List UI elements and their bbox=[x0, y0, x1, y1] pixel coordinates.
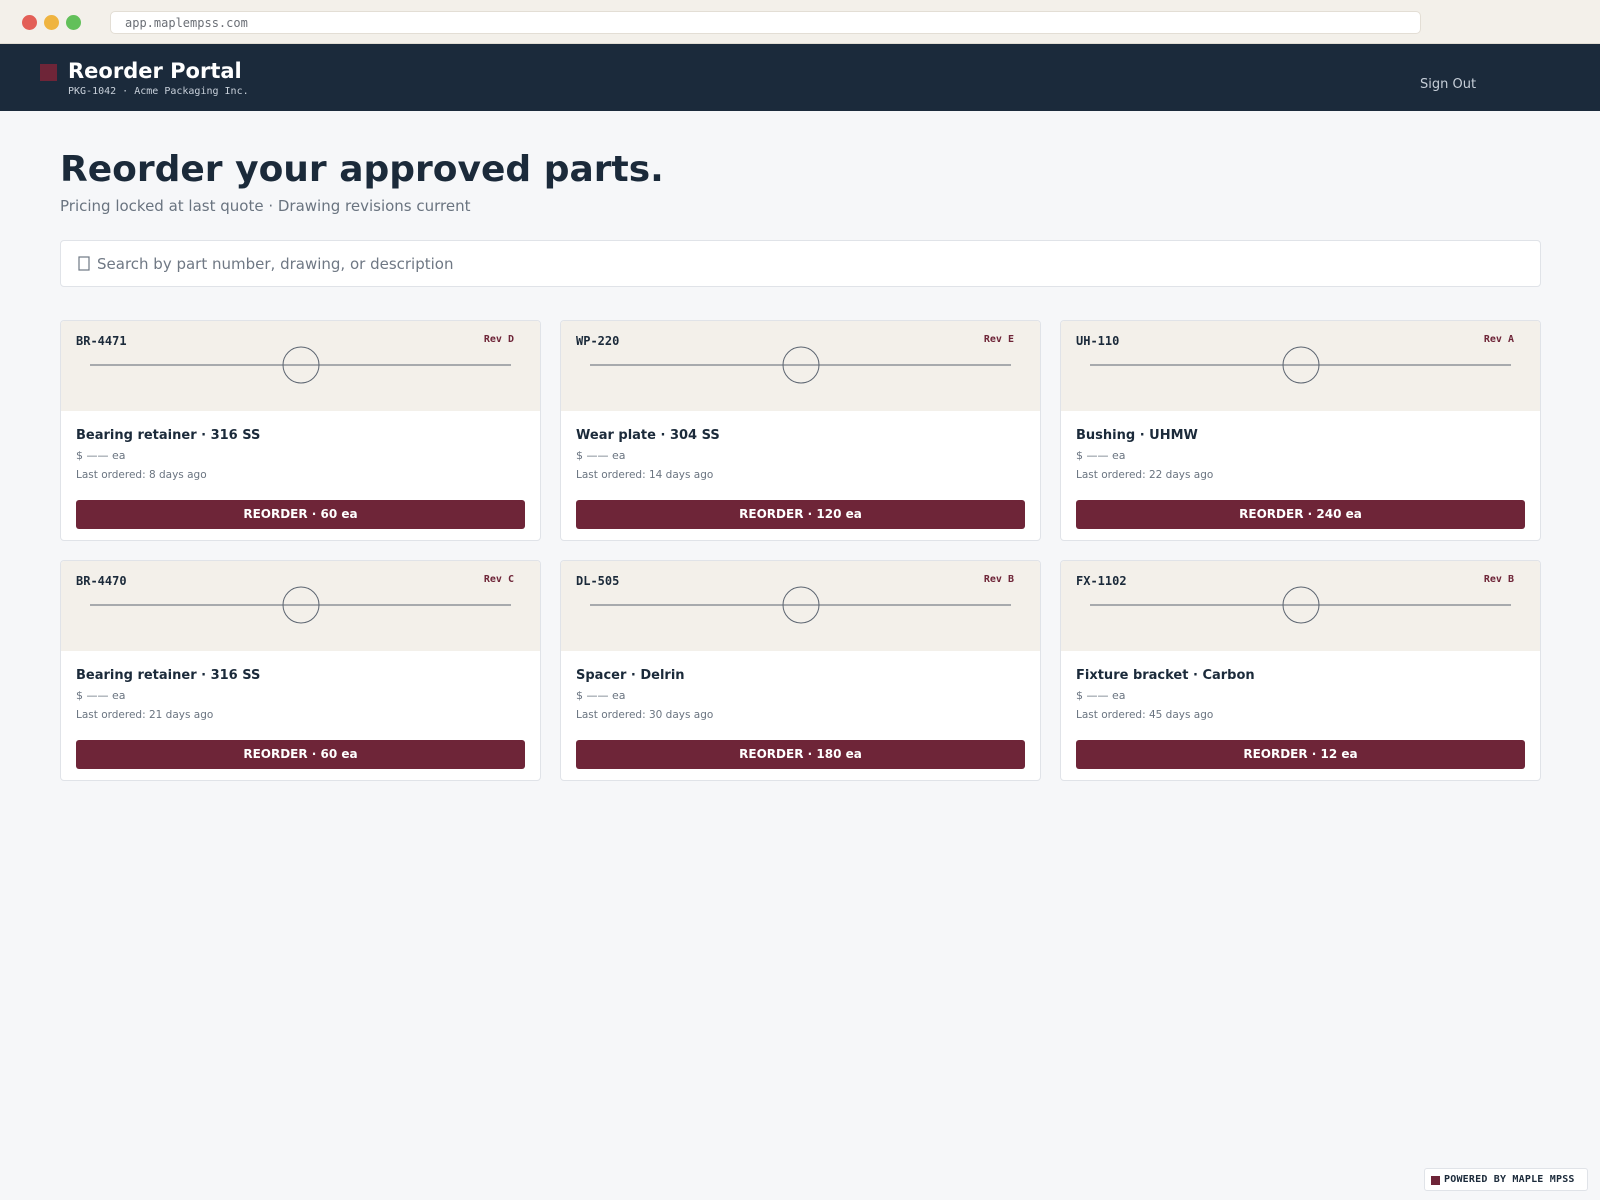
part-price: $ —— ea bbox=[576, 449, 626, 462]
account-subtitle: PKG-1042 · Acme Packaging Inc. bbox=[68, 86, 249, 97]
part-drawing: FX-1102 Rev B bbox=[1061, 561, 1540, 651]
browser-chrome: app.maplempss.com bbox=[0, 0, 1600, 44]
last-ordered: Last ordered: 45 days ago bbox=[1076, 709, 1214, 721]
part-card: WP-220 Rev E Wear plate · 304 SS $ —— ea… bbox=[560, 320, 1041, 541]
reorder-button[interactable]: REORDER · 60 ea bbox=[76, 500, 525, 529]
page-subtitle: Pricing locked at last quote · Drawing r… bbox=[60, 197, 471, 215]
part-name: Fixture bracket · Carbon bbox=[1076, 668, 1255, 683]
page-title: Reorder your approved parts. bbox=[60, 149, 664, 190]
drawing-preview-icon bbox=[1090, 346, 1511, 384]
drawing-preview-icon bbox=[90, 346, 511, 384]
part-drawing: BR-4471 Rev D bbox=[61, 321, 540, 411]
reorder-button[interactable]: REORDER · 120 ea bbox=[576, 500, 1025, 529]
revision-badge: Rev C bbox=[483, 574, 514, 585]
search-input[interactable] bbox=[97, 241, 1517, 286]
part-card: UH-110 Rev A Bushing · UHMW $ —— ea Last… bbox=[1060, 320, 1541, 541]
part-card: BR-4471 Rev D Bearing retainer · 316 SS … bbox=[60, 320, 541, 541]
part-price: $ —— ea bbox=[1076, 449, 1126, 462]
revision-badge: Rev E bbox=[983, 334, 1014, 345]
last-ordered: Last ordered: 8 days ago bbox=[76, 469, 207, 481]
part-card: DL-505 Rev B Spacer · Delrin $ —— ea Las… bbox=[560, 560, 1041, 781]
drawing-preview-icon bbox=[1090, 586, 1511, 624]
part-number: UH-110 bbox=[1076, 334, 1120, 348]
part-price: $ —— ea bbox=[576, 689, 626, 702]
logo-icon bbox=[40, 64, 57, 81]
app-title: Reorder Portal bbox=[68, 59, 242, 83]
part-drawing: WP-220 Rev E bbox=[561, 321, 1040, 411]
part-drawing: DL-505 Rev B bbox=[561, 561, 1040, 651]
part-drawing: UH-110 Rev A bbox=[1061, 321, 1540, 411]
part-price: $ —— ea bbox=[1076, 689, 1126, 702]
part-price: $ —— ea bbox=[76, 449, 126, 462]
drawing-preview-icon bbox=[590, 586, 1011, 624]
revision-badge: Rev D bbox=[483, 334, 514, 345]
app-header: Reorder Portal PKG-1042 · Acme Packaging… bbox=[0, 44, 1600, 111]
close-window-dot[interactable] bbox=[22, 15, 37, 30]
revision-badge: Rev A bbox=[1483, 334, 1514, 345]
part-number: BR-4471 bbox=[76, 334, 127, 348]
brand-mark-icon bbox=[1431, 1176, 1440, 1185]
search-box[interactable] bbox=[60, 240, 1541, 287]
last-ordered: Last ordered: 14 days ago bbox=[576, 469, 714, 481]
reorder-button[interactable]: REORDER · 240 ea bbox=[1076, 500, 1525, 529]
reorder-button[interactable]: REORDER · 180 ea bbox=[576, 740, 1025, 769]
part-name: Spacer · Delrin bbox=[576, 668, 685, 683]
drawing-preview-icon bbox=[90, 586, 511, 624]
part-name: Bearing retainer · 316 SS bbox=[76, 428, 261, 443]
address-bar[interactable]: app.maplempss.com bbox=[110, 11, 1421, 34]
drawing-preview-icon bbox=[590, 346, 1011, 384]
reorder-button[interactable]: REORDER · 60 ea bbox=[76, 740, 525, 769]
part-name: Bearing retainer · 316 SS bbox=[76, 668, 261, 683]
powered-by-text: POWERED BY MAPLE MPSS bbox=[1444, 1174, 1575, 1185]
search-icon bbox=[78, 256, 90, 271]
minimize-window-dot[interactable] bbox=[44, 15, 59, 30]
part-number: DL-505 bbox=[576, 574, 620, 588]
part-price: $ —— ea bbox=[76, 689, 126, 702]
sign-out-link[interactable]: Sign Out bbox=[1420, 77, 1476, 93]
part-card: BR-4470 Rev C Bearing retainer · 316 SS … bbox=[60, 560, 541, 781]
part-card: FX-1102 Rev B Fixture bracket · Carbon $… bbox=[1060, 560, 1541, 781]
maximize-window-dot[interactable] bbox=[66, 15, 81, 30]
part-name: Wear plate · 304 SS bbox=[576, 428, 720, 443]
revision-badge: Rev B bbox=[983, 574, 1014, 585]
reorder-button[interactable]: REORDER · 12 ea bbox=[1076, 740, 1525, 769]
last-ordered: Last ordered: 22 days ago bbox=[1076, 469, 1214, 481]
part-name: Bushing · UHMW bbox=[1076, 428, 1198, 443]
part-number: FX-1102 bbox=[1076, 574, 1127, 588]
last-ordered: Last ordered: 30 days ago bbox=[576, 709, 714, 721]
revision-badge: Rev B bbox=[1483, 574, 1514, 585]
powered-by-badge: POWERED BY MAPLE MPSS bbox=[1424, 1168, 1588, 1191]
part-number: BR-4470 bbox=[76, 574, 127, 588]
part-drawing: BR-4470 Rev C bbox=[61, 561, 540, 651]
part-number: WP-220 bbox=[576, 334, 620, 348]
last-ordered: Last ordered: 21 days ago bbox=[76, 709, 214, 721]
